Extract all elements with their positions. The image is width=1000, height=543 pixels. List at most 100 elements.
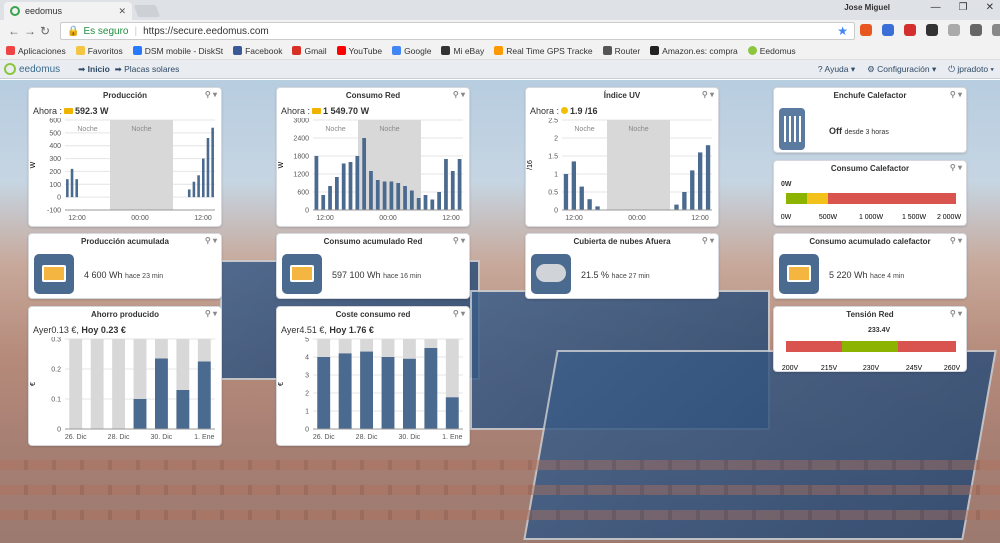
widget-tools[interactable]: ⚲ ▾ (205, 90, 217, 99)
widget-title-text: Tensión Red (846, 310, 894, 319)
widget-produccion[interactable]: Producción ⚲ ▾ Ahora : 592.3 W W -100 0 100 20… (28, 87, 222, 227)
widget-indice-uv[interactable]: Índice UV ⚲ ▾ Ahora : 1.9 /16 /16 0 0.5 1 1.5 2… (525, 87, 719, 227)
cloud-icon[interactable] (531, 254, 571, 294)
y-tick-label: -100 (47, 208, 61, 215)
maximize-icon[interactable]: ❐ (959, 2, 968, 13)
now-value: 592.3 W (75, 106, 109, 116)
uv-index-chart[interactable]: /16 0 0.5 1 1.5 2 2.5 Noche Noche 12:00 00:00 12:00 (526, 118, 719, 227)
production-chart[interactable]: W -100 0 100 200 300 400 500 600 Noche Noche 12:00 0… (29, 118, 222, 227)
widget-ahorro[interactable]: Ahorro producido ⚲ ▾ Ayer0.13 €, Hoy 0.23… (28, 306, 222, 446)
cost-chart[interactable]: €0 1 2 3 4 5 26. Dic 28. Dic 30. Dic 1. Ene (277, 337, 470, 446)
y-tick-label: 300 (49, 156, 61, 163)
power-icon: ⏻ (948, 63, 955, 74)
widget-tools[interactable]: ⚲ ▾ (453, 236, 465, 245)
widget-tools[interactable]: ⚲ ▾ (702, 236, 714, 245)
bar (437, 192, 442, 210)
minimize-icon[interactable]: — (931, 2, 941, 13)
widget-title-text: Índice UV (603, 91, 641, 100)
widget-tools[interactable]: ⚲ ▾ (702, 90, 714, 99)
close-window-icon[interactable]: ✕ (986, 2, 994, 13)
widget-tools[interactable]: ⚲ ▾ (950, 309, 962, 318)
url-text: https://secure.eedomus.com (143, 25, 269, 37)
bookmark-gps[interactable]: Real Time GPS Tracke (494, 46, 593, 56)
url-input[interactable]: 🔒 Es seguro | https://secure.eedomus.com… (60, 22, 855, 40)
close-tab-icon[interactable]: ✕ (118, 6, 126, 17)
widget-coste[interactable]: Coste consumo red ⚲ ▾ Ayer4.51 €, Hoy 1.7… (276, 306, 470, 446)
extension-person-icon[interactable] (970, 24, 982, 36)
widget-tools[interactable]: ⚲ ▾ (950, 236, 962, 245)
bookmark-apps[interactable]: Aplicaciones (6, 46, 66, 56)
browser-tab[interactable]: eedomus ✕ (4, 2, 132, 20)
bookmark-facebook[interactable]: Facebook (233, 46, 282, 56)
extension-abp-icon[interactable] (904, 24, 916, 36)
extension-reader-icon[interactable] (926, 24, 938, 36)
meter-icon[interactable] (34, 254, 74, 294)
bar (70, 168, 74, 198)
heater-icon[interactable] (779, 108, 805, 150)
dsm-icon (132, 46, 142, 55)
x-tick-label: 12:00 (691, 215, 709, 222)
help-menu[interactable]: ? Ayuda ▾ (818, 64, 855, 75)
widget-consumo-red[interactable]: Consumo Red ⚲ ▾ Ahora : 1 549.70 W W 0 600 12… (276, 87, 470, 227)
user-menu[interactable]: ⏻ jpradoto ▾ (948, 64, 994, 75)
config-menu[interactable]: ⚙ Configuración ▾ (867, 64, 936, 75)
bookmark-star-icon[interactable]: ★ (837, 24, 848, 38)
extension-alert-icon[interactable] (860, 24, 872, 36)
breadcrumb-home[interactable]: Inicio (88, 64, 110, 74)
savings-chart[interactable]: €0 0.1 0.2 0.3 26. Dic 28. Dic 30. Dic 1. Ene (29, 337, 222, 446)
gauge-tick: 1 000W (859, 214, 884, 221)
widget-enchufe[interactable]: Enchufe Calefactor ⚲ ▾ Off desde 3 horas (773, 87, 967, 153)
reload-icon[interactable]: ↻ (40, 24, 50, 38)
bar (201, 158, 205, 198)
bookmark-google[interactable]: Google (392, 46, 431, 56)
meter-icon[interactable] (282, 254, 322, 294)
bookmark-eedomus[interactable]: Eedomus (747, 46, 796, 56)
widget-tools[interactable]: ⚲ ▾ (950, 163, 962, 172)
bar (341, 163, 346, 210)
bar (192, 181, 196, 198)
eedomus-logo[interactable]: eedomus (4, 63, 60, 75)
gmail-icon (292, 46, 302, 55)
widget-tools[interactable]: ⚲ ▾ (453, 309, 465, 318)
widget-title-text: Consumo Red (345, 91, 401, 100)
widget-cubierta-nubes[interactable]: Cubierta de nubes Afuera ⚲ ▾ 21.5 % hace … (525, 233, 719, 299)
y-tick-label: 1200 (293, 172, 309, 179)
widget-tools[interactable]: ⚲ ▾ (453, 90, 465, 99)
window-controls: — ❐ ✕ (931, 2, 994, 13)
bookmark-ebay[interactable]: Mi eBay (441, 46, 484, 56)
bookmark-label: Gmail (304, 45, 327, 56)
widget-title: Consumo acumulado Red ⚲ ▾ (277, 234, 469, 248)
bookmark-amazon[interactable]: Amazon.es: compra (650, 46, 738, 56)
bar (444, 159, 448, 210)
bar (416, 198, 421, 210)
widget-tools[interactable]: ⚲ ▾ (205, 236, 217, 245)
widget-title-text: Ahorro producido (91, 310, 159, 319)
widget-tools[interactable]: ⚲ ▾ (205, 309, 217, 318)
extension-misc-icon[interactable] (948, 24, 960, 36)
y-tick-label: 1.5 (548, 154, 558, 161)
widget-tension-red[interactable]: Tensión Red ⚲ ▾ 233.4V 200V 215V 230V 245… (773, 306, 967, 372)
bookmark-favoritos[interactable]: Favoritos (75, 46, 123, 56)
bar (579, 186, 584, 210)
breadcrumb-page[interactable]: Placas solares (124, 64, 179, 74)
new-tab-button[interactable] (133, 5, 161, 17)
browser-user[interactable]: Jose Miguel (844, 3, 890, 12)
widget-consumo-acumulado-red[interactable]: Consumo acumulado Red ⚲ ▾ 597 100 Wh hace… (276, 233, 470, 299)
widget-consumo-calefactor[interactable]: Consumo Calefactor ⚲ ▾ 0W 0W 500W 1 000W … (773, 160, 967, 226)
widget-tools[interactable]: ⚲ ▾ (950, 90, 962, 99)
bookmark-router[interactable]: Router (602, 46, 640, 56)
back-icon[interactable]: ← (8, 24, 20, 38)
widget-title: Tensión Red ⚲ ▾ (774, 307, 966, 321)
widget-consumo-acumulado-calefactor[interactable]: Consumo acumulado calefactor ⚲ ▾ 5 220 Wh… (773, 233, 967, 299)
extension-translate-icon[interactable] (882, 24, 894, 36)
forward-icon[interactable]: → (24, 24, 36, 38)
grid-consumption-chart[interactable]: W 0 600 1200 1800 2400 3000 Noche Noche 12:00 00:0… (277, 118, 470, 227)
bookmark-gmail[interactable]: Gmail (292, 45, 327, 56)
bookmark-dsm[interactable]: DSM mobile - DiskSt (132, 46, 223, 56)
router-icon (602, 46, 612, 55)
menu-icon[interactable] (992, 24, 1000, 36)
now-label: Ahora : (530, 106, 560, 116)
bookmark-youtube[interactable]: YouTube (336, 46, 382, 56)
meter-icon[interactable] (779, 254, 819, 294)
widget-produccion-acumulada[interactable]: Producción acumulada ⚲ ▾ 4 600 Wh hace 23… (28, 233, 222, 299)
